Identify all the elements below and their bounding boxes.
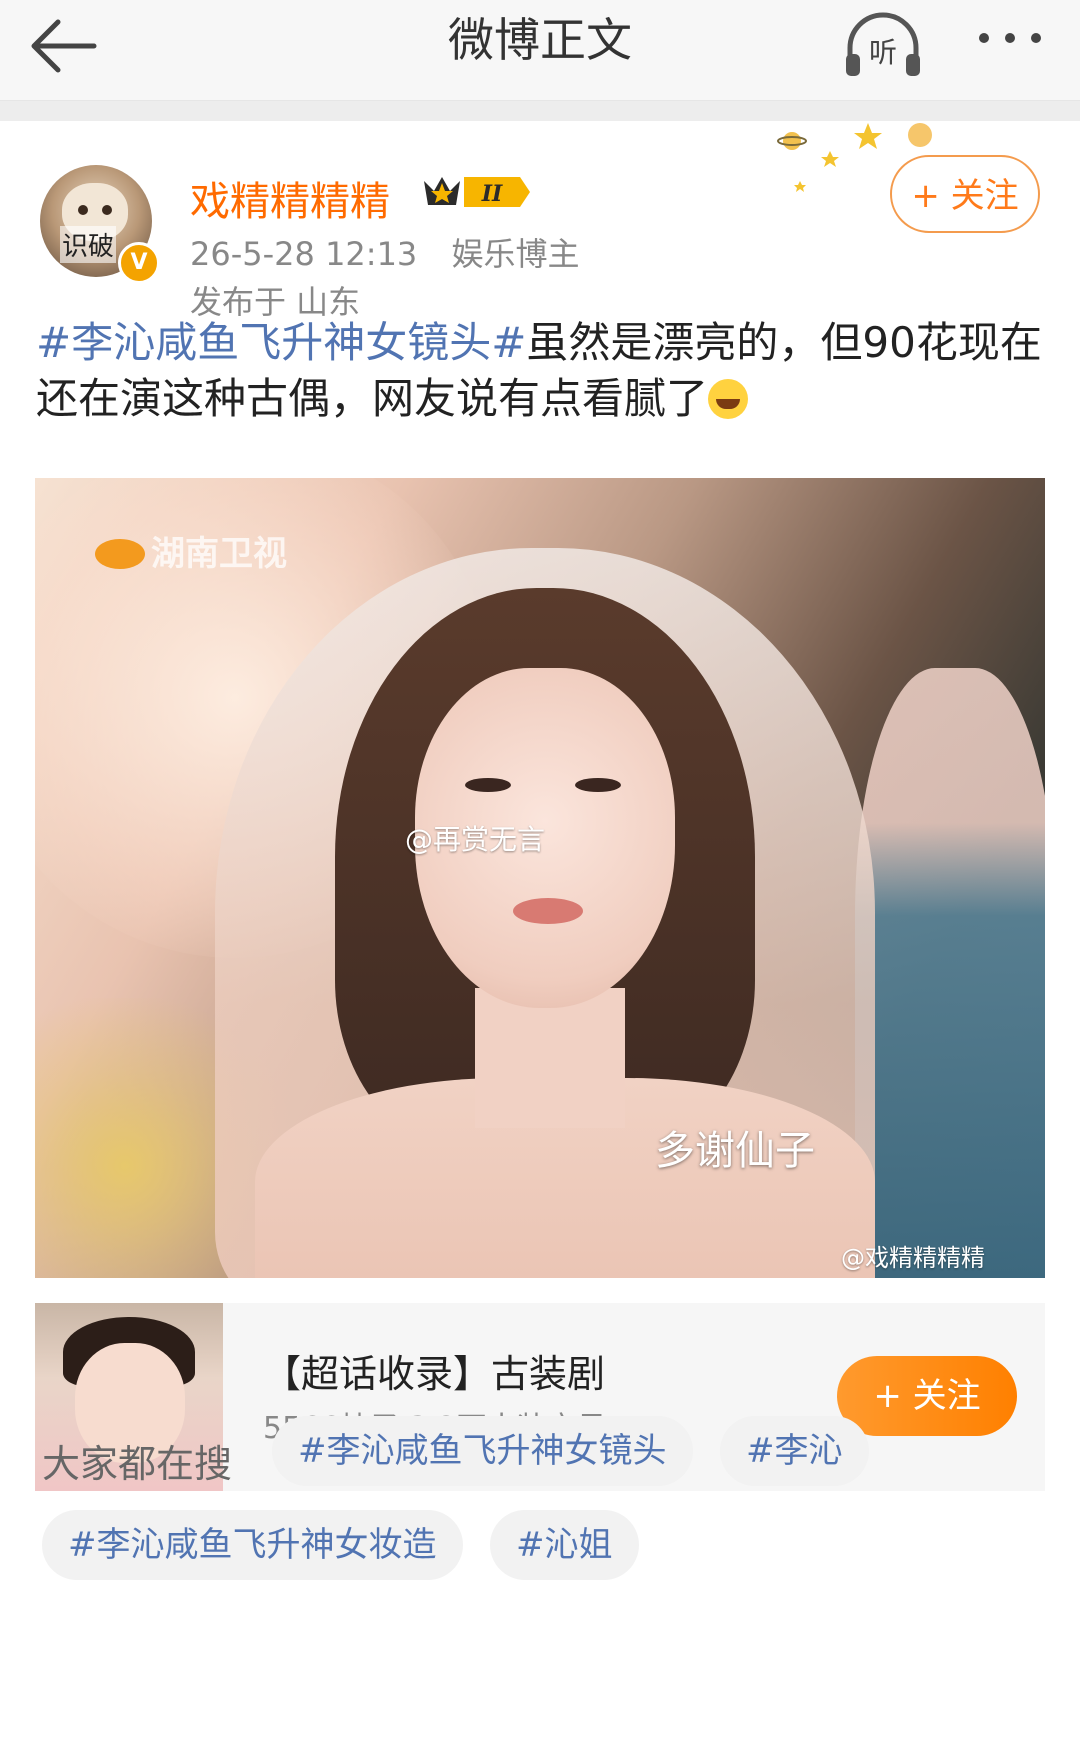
topic-follow-button[interactable]: + 关注 (837, 1356, 1017, 1436)
verified-badge-icon: V (118, 242, 160, 284)
avatar-caption: 识破 (60, 226, 117, 263)
follow-button[interactable]: + 关注 (890, 155, 1040, 233)
vip-crown-badge-icon[interactable]: II (420, 171, 534, 213)
image-eye (465, 778, 511, 792)
image-lips (513, 898, 583, 924)
image-corner-watermark: @戏精精精精 (841, 1244, 985, 1272)
listen-headphones-icon[interactable]: 听 (840, 6, 926, 92)
post-hashtag[interactable]: #李沁咸鱼飞升神女镜头# (36, 318, 526, 367)
trending-chip[interactable]: #沁姐 (490, 1510, 639, 1580)
avatar-eye (102, 205, 112, 215)
post-timestamp: 26-5-28 12:13 (190, 235, 418, 273)
post-body: #李沁咸鱼飞升神女镜头#虽然是漂亮的，但90花现在还在演这种古偶，网友说有点看腻… (36, 315, 1046, 427)
image-subtitle: 多谢仙子 (655, 1128, 815, 1174)
author-category: 娱乐博主 (451, 235, 580, 273)
trending-chip[interactable]: #李沁咸鱼飞升神女镜头 (272, 1416, 693, 1486)
post-image[interactable]: 湖南卫视 @再赏无言 多谢仙子 @戏精精精精 (35, 478, 1045, 1278)
topic-title: 【超话收录】古装剧 (263, 1352, 606, 1396)
image-eye (575, 778, 621, 792)
tv-channel-logo: 湖南卫视 (95, 526, 287, 575)
top-navigation-bar: 微博正文 听 (0, 0, 1080, 101)
laughing-tears-emoji-icon (708, 379, 749, 419)
image-neck (475, 988, 625, 1128)
post-meta: 26-5-28 12:13 娱乐博主 (190, 229, 603, 275)
image-background-figure (855, 668, 1045, 1278)
avatar-eye (78, 205, 88, 215)
trending-chip[interactable]: #李沁 (720, 1416, 869, 1486)
image-watermark: @再赏无言 (405, 823, 546, 856)
trending-label: 大家都在搜 (42, 1442, 233, 1486)
trending-chip[interactable]: #李沁咸鱼飞升神女妆造 (42, 1510, 463, 1580)
vip-level: II (481, 181, 503, 207)
section-divider (0, 101, 1080, 121)
listen-label: 听 (869, 36, 897, 69)
more-options-icon[interactable] (970, 16, 1050, 76)
username[interactable]: 戏精精精精 (190, 169, 390, 227)
weibo-post: 戏精精精精 II 26-5-28 12:13 娱乐博主 发布于 山东 + 关注 … (0, 121, 1080, 1747)
